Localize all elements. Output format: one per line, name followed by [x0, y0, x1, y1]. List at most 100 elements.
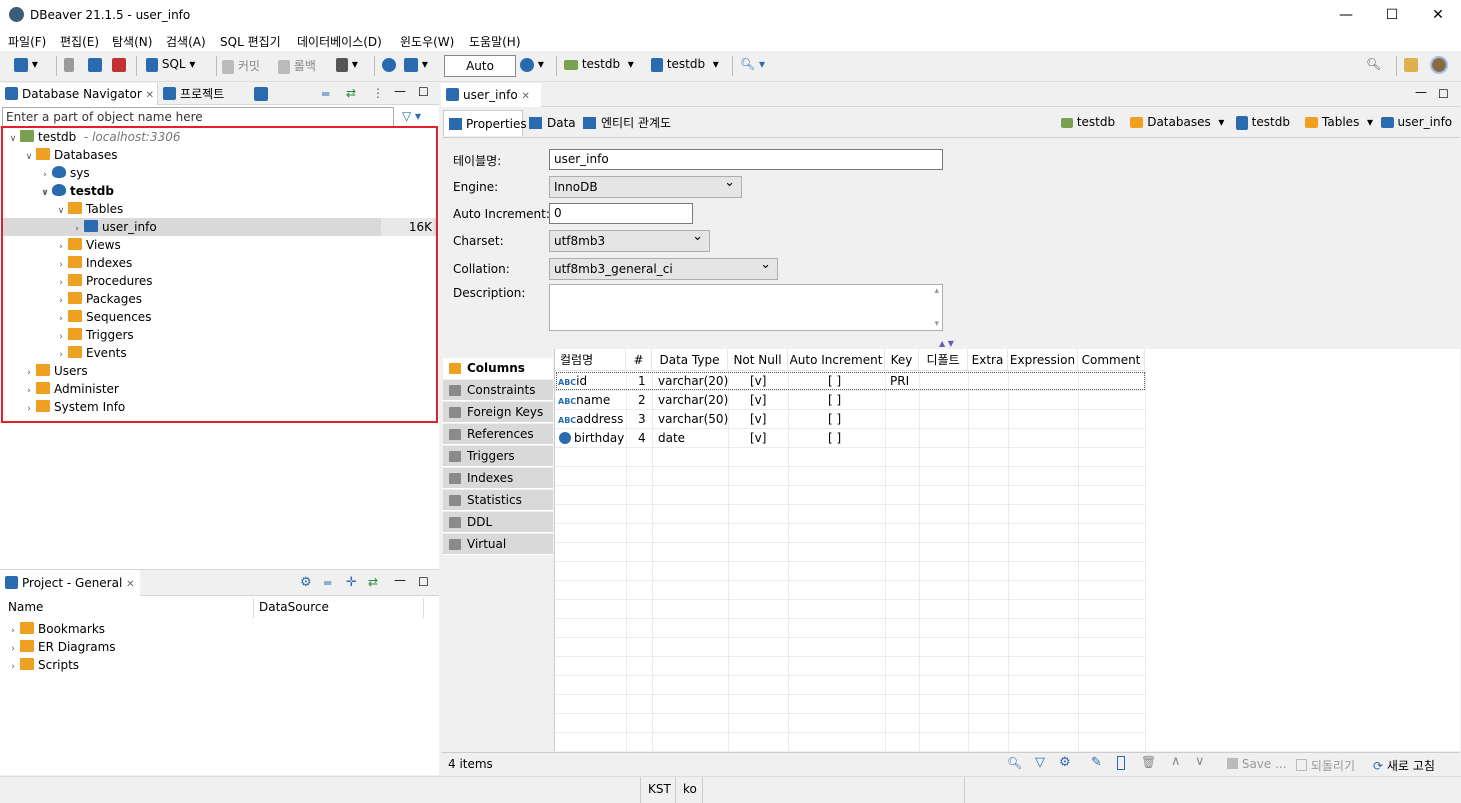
new-connection-small-icon[interactable] [254, 87, 268, 101]
menu-sql-editor[interactable]: SQL 편집기 [220, 33, 281, 50]
breadcrumb-database[interactable]: testdb [1235, 115, 1290, 130]
col-header-autoinc[interactable]: Auto Increment [788, 349, 885, 371]
txn-mode-field[interactable]: Auto [444, 55, 516, 77]
auto-increment-input[interactable]: 0 [549, 203, 693, 224]
close-tab-icon[interactable]: ✕ [146, 90, 154, 101]
refresh-button[interactable]: ⟳ 새로 고침 [1373, 757, 1435, 774]
menu-search[interactable]: 검색(A) [166, 33, 206, 50]
menu-database[interactable]: 데이터베이스(D) [297, 33, 382, 50]
row-1-type[interactable]: varchar(20) [658, 372, 728, 391]
col-header-type[interactable]: Data Type [652, 349, 728, 371]
close-tab-icon[interactable]: ✕ [522, 91, 530, 102]
revert-button[interactable]: 되돌리기 [1296, 757, 1355, 774]
row-1-notnull[interactable]: [v] [750, 372, 766, 391]
history-icon[interactable]: ▾ [520, 57, 544, 72]
minimize-button[interactable]: — [1323, 0, 1369, 31]
sidetab-foreign-keys[interactable]: Foreign Keys [443, 402, 553, 423]
breadcrumb-connection[interactable]: testdb [1061, 115, 1115, 129]
commit-button[interactable]: 커밋 [222, 57, 260, 74]
link-editor-icon[interactable]: ⇄ [368, 575, 378, 589]
delete-icon[interactable]: 🗑︎ [1141, 755, 1156, 769]
chevron-right-icon[interactable]: › [6, 658, 20, 676]
row-3-notnull[interactable]: [v] [750, 410, 766, 429]
session-manager-icon[interactable]: ▾ [404, 57, 428, 72]
row-4-num[interactable]: 4 [638, 429, 646, 448]
link-editor-icon[interactable]: ⇄ [346, 86, 356, 100]
sidetab-ddl[interactable]: DDL [443, 512, 553, 533]
search-icon[interactable]: 🔍︎ ▾ [740, 57, 765, 71]
maximize-button[interactable]: ☐ [1369, 0, 1415, 31]
edit-icon[interactable]: ✎ [1091, 755, 1102, 770]
row-1-autoinc[interactable]: [ ] [828, 372, 841, 391]
row-3-num[interactable]: 3 [638, 410, 646, 429]
close-button[interactable]: ✕ [1415, 0, 1461, 31]
sidetab-references[interactable]: References [443, 424, 553, 445]
transaction-mode-icon[interactable]: ▾ [336, 57, 358, 72]
scroll-down-icon[interactable]: ▾ [934, 319, 939, 329]
filter-icon[interactable]: ▽ ▾ [402, 109, 421, 123]
row-2-autoinc[interactable]: [ ] [828, 391, 841, 410]
col-header-comment[interactable]: Comment [1078, 349, 1145, 371]
sidetab-triggers[interactable]: Triggers [443, 446, 553, 467]
sidetab-columns[interactable]: Columns [443, 358, 553, 379]
filter-icon[interactable]: ▽ [1035, 755, 1045, 770]
collapse-all-icon[interactable]: ═ [322, 87, 329, 101]
view-menu-icon[interactable]: ⋮ [372, 86, 384, 100]
col-header-name[interactable]: 컬럼명 [555, 349, 626, 371]
search-icon[interactable]: 🔍︎ [1007, 756, 1022, 770]
subtab-data[interactable]: Data [525, 110, 576, 136]
sidetab-statistics[interactable]: Statistics [443, 490, 553, 511]
connect-icon[interactable] [64, 57, 74, 72]
col-header-expression[interactable]: Expression [1008, 349, 1078, 371]
maximize-panel-icon[interactable]: ☐ [418, 85, 429, 99]
splitter-handle-icon[interactable]: ▲ ▼ [939, 339, 954, 348]
active-schema-selector[interactable]: testdb ▾ [651, 57, 719, 72]
row-2-type[interactable]: varchar(20) [658, 391, 728, 410]
dashboard-icon[interactable] [382, 57, 396, 72]
gear-icon[interactable]: ⚙ [300, 575, 312, 590]
description-textarea[interactable]: ▴ ▾ [549, 284, 943, 331]
menu-file[interactable]: 파일(F) [8, 33, 46, 50]
tab-projects[interactable]: 프로젝트 [158, 83, 238, 105]
menu-edit[interactable]: 편집(E) [60, 33, 99, 50]
row-3-type[interactable]: varchar(50) [658, 410, 728, 429]
tab-user-info[interactable]: user_info ✕ [441, 83, 541, 107]
minimize-panel-icon[interactable]: — [394, 573, 406, 587]
add-column-icon[interactable] [1117, 756, 1125, 770]
reconnect-icon[interactable] [88, 57, 102, 72]
subtab-er-diagram[interactable]: 엔티티 관계도 [579, 110, 671, 136]
maximize-editor-icon[interactable]: ☐ [1438, 87, 1449, 101]
row-2-num[interactable]: 2 [638, 391, 646, 410]
row-4-notnull[interactable]: [v] [750, 429, 766, 448]
navigator-filter-input[interactable]: Enter a part of object name here [2, 107, 394, 127]
row-1-key[interactable]: PRI [890, 372, 909, 391]
col-header-num[interactable]: # [626, 349, 652, 371]
rollback-button[interactable]: 롤백 [278, 57, 316, 74]
disconnect-icon[interactable] [112, 57, 126, 72]
close-tab-icon[interactable]: ✕ [126, 579, 134, 590]
new-connection-icon[interactable]: ▾ [14, 57, 38, 72]
row-2-notnull[interactable]: [v] [750, 391, 766, 410]
row-4-name[interactable]: birthday [559, 429, 624, 448]
row-2-name[interactable]: ABCname [558, 391, 610, 410]
scroll-up-icon[interactable]: ▴ [934, 286, 939, 296]
charset-select[interactable]: utf8mb3 [549, 229, 710, 252]
minimize-editor-icon[interactable]: — [1415, 85, 1427, 99]
project-item-bookmarks[interactable]: › Bookmarks [6, 620, 105, 638]
save-button[interactable]: Save ... [1227, 757, 1287, 771]
engine-select[interactable]: InnoDB [549, 175, 742, 198]
sidetab-virtual[interactable]: Virtual [443, 534, 553, 555]
dbeaver-perspective-icon[interactable] [1430, 55, 1448, 74]
breadcrumb-tables[interactable]: Tables ▾ [1305, 115, 1373, 129]
gear-icon[interactable]: ⚙ [1059, 755, 1071, 770]
col-header-extra[interactable]: Extra [968, 349, 1008, 371]
global-search-icon[interactable]: 🔍︎ [1366, 57, 1381, 71]
sidetab-indexes[interactable]: Indexes [443, 468, 553, 489]
menu-window[interactable]: 윈도우(W) [400, 33, 454, 50]
collation-select[interactable]: utf8mb3_general_ci [549, 257, 778, 280]
project-item-scripts[interactable]: › Scripts [6, 656, 79, 674]
project-col-name[interactable]: Name [8, 600, 43, 614]
row-3-name[interactable]: ABCaddress [558, 410, 623, 429]
move-down-icon[interactable]: ∨ [1195, 754, 1205, 769]
breadcrumb-table[interactable]: user_info [1380, 115, 1452, 129]
